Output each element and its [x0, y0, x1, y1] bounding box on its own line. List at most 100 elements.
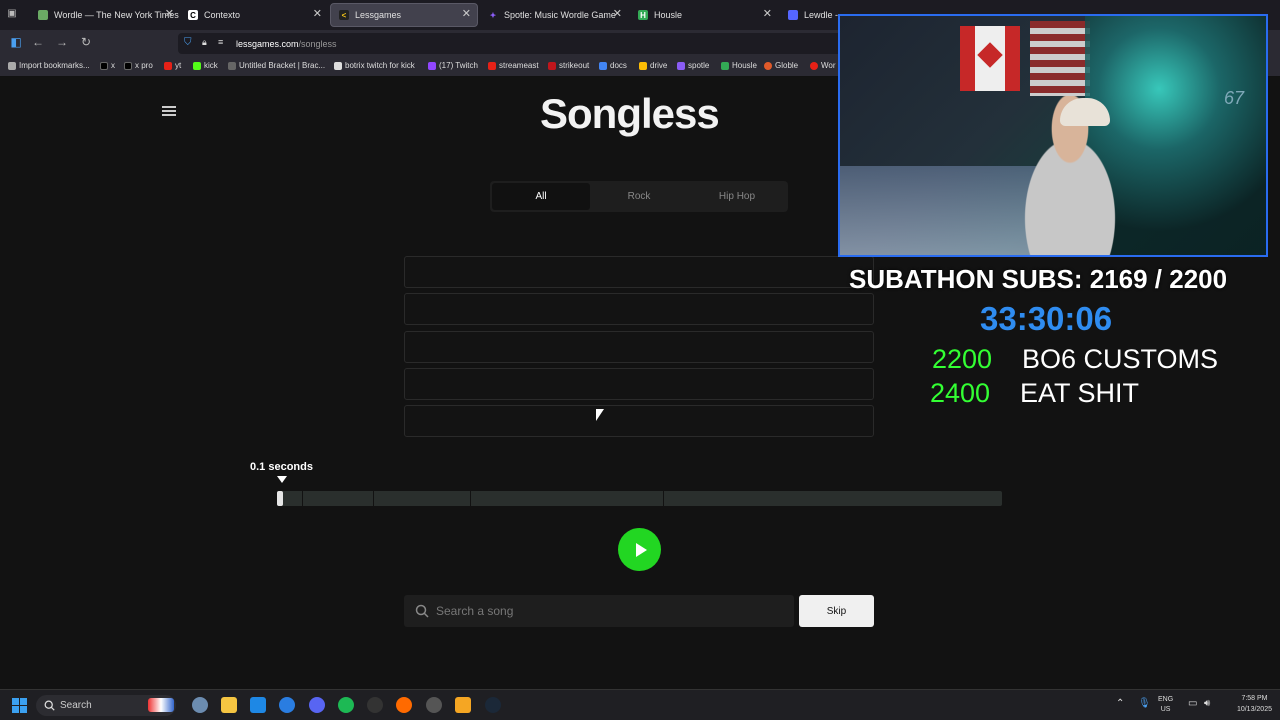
- song-search: [404, 595, 794, 627]
- display-icon[interactable]: ▭: [1188, 698, 1197, 709]
- app-icon[interactable]: [455, 697, 471, 713]
- segment-divider: [470, 491, 471, 506]
- tab-hip-hop[interactable]: Hip Hop: [688, 183, 786, 210]
- clock[interactable]: 7:58 PM 10/13/2025: [1237, 693, 1272, 715]
- bookmark-label: Untitled Bracket | Brac...: [239, 61, 326, 70]
- bookmark-x-pro[interactable]: x pro: [124, 61, 153, 70]
- page-info-icon[interactable]: ≡: [218, 37, 223, 47]
- segment-divider: [302, 491, 303, 506]
- url-host: lessgames.com: [236, 38, 299, 49]
- file-explorer-icon[interactable]: [221, 697, 237, 713]
- close-icon[interactable]: ✕: [613, 7, 622, 20]
- twitch-icon: [428, 61, 436, 70]
- firefox-icon[interactable]: [396, 697, 412, 713]
- skip-button[interactable]: Skip: [799, 595, 874, 627]
- tab-all[interactable]: All: [492, 183, 590, 210]
- bookmark-docs[interactable]: docs: [599, 61, 627, 70]
- play-button[interactable]: [618, 528, 661, 571]
- lang-code: ENG: [1158, 696, 1174, 703]
- drive-icon: [639, 61, 647, 70]
- tab-rock[interactable]: Rock: [590, 183, 688, 210]
- bookmark-bracket[interactable]: Untitled Bracket | Brac...: [228, 61, 325, 70]
- bookmark-import[interactable]: Import bookmarks...: [8, 61, 90, 70]
- shield-icon[interactable]: ⛉: [184, 37, 192, 48]
- close-icon[interactable]: ✕: [763, 7, 772, 20]
- bookmark-label: x pro: [135, 61, 153, 70]
- bookmark-label: (17) Twitch: [439, 61, 478, 70]
- lock-icon[interactable]: 🔒︎: [202, 37, 207, 48]
- close-icon[interactable]: ✕: [165, 7, 174, 20]
- globe-icon: [764, 61, 772, 70]
- webcam-overlay: 67: [838, 14, 1268, 257]
- back-icon[interactable]: ←: [30, 35, 46, 49]
- bookmark-label: streameast: [499, 61, 539, 70]
- sidebar-icon[interactable]: ◧: [8, 35, 24, 49]
- housle-icon: [721, 61, 729, 70]
- hamburger-menu-icon[interactable]: [162, 106, 176, 116]
- import-icon: [8, 61, 16, 70]
- spotify-icon[interactable]: [338, 697, 354, 713]
- tab-contexto[interactable]: C Contexto ✕: [180, 4, 328, 26]
- language-indicator[interactable]: ENG US: [1158, 695, 1173, 715]
- reload-icon[interactable]: ↻: [78, 35, 94, 49]
- microphone-icon[interactable]: 🎙︎: [1138, 698, 1151, 709]
- bookmark-botrix[interactable]: botrix twitch for kick: [334, 61, 415, 70]
- bookmark-spotle[interactable]: spotle: [677, 61, 709, 70]
- tab-label: Lessgames: [355, 10, 402, 20]
- youtube-icon: [164, 61, 172, 70]
- discord-icon[interactable]: [309, 697, 325, 713]
- edge-icon[interactable]: [279, 697, 295, 713]
- bookmark-housle[interactable]: Housle: [721, 61, 757, 70]
- bookmark-label: Import bookmarks...: [19, 61, 90, 70]
- bookmark-kick[interactable]: kick: [193, 61, 218, 70]
- search-icon: [415, 604, 429, 618]
- bookmark-drive[interactable]: drive: [639, 61, 667, 70]
- bookmark-strikeout[interactable]: strikeout: [548, 61, 589, 70]
- goal-row: 2400 EAT SHIT: [930, 378, 1139, 409]
- guess-slot-3: [404, 331, 874, 363]
- tab-spotle[interactable]: ✦ Spotle: Music Wordle Game ✕: [480, 4, 628, 26]
- taskbar-search[interactable]: Search: [36, 695, 176, 716]
- bookmark-label: drive: [650, 61, 668, 70]
- tab-list-icon[interactable]: ▣: [4, 8, 20, 19]
- search-highlight-icon: [148, 698, 174, 712]
- chevron-up-icon[interactable]: ⌃: [1116, 698, 1124, 709]
- steam-icon[interactable]: [485, 697, 501, 713]
- speaker-icon[interactable]: 🔊︎: [1204, 698, 1210, 709]
- bookmark-twitch[interactable]: (17) Twitch: [428, 61, 478, 70]
- taskbar-search-label: Search: [60, 700, 92, 711]
- play-icon: [635, 542, 647, 557]
- songless-logo[interactable]: Songless: [540, 90, 720, 138]
- tab-lewdle[interactable]: Lewdle - T: [780, 4, 840, 26]
- bookmark-globle[interactable]: Globle: [764, 61, 798, 70]
- bookmark-x[interactable]: x: [100, 61, 115, 70]
- url-bar[interactable]: ⛉ 🔒︎ ≡ lessgames.com/songless: [178, 33, 898, 54]
- spotle-icon: [677, 61, 685, 70]
- progress-bar: [277, 491, 1002, 506]
- clock-time: 7:58 PM: [1241, 695, 1268, 702]
- tab-wordle[interactable]: Wordle — The New York Times ✕: [30, 4, 180, 26]
- tab-housle[interactable]: H Housle ✕: [630, 4, 778, 26]
- tab-lessgames[interactable]: < Lessgames ✕: [330, 3, 478, 27]
- bookmark-streameast[interactable]: streameast: [488, 61, 539, 70]
- store-icon[interactable]: [250, 697, 266, 713]
- x-icon: [124, 61, 132, 70]
- search-icon: [44, 700, 55, 711]
- bookmark-wor[interactable]: Wor: [810, 61, 836, 70]
- settings-icon[interactable]: [192, 697, 208, 713]
- obs-icon[interactable]: [367, 697, 383, 713]
- close-icon[interactable]: ✕: [313, 7, 322, 20]
- bookmark-label: Housle: [732, 61, 757, 70]
- goal-text: BO6 CUSTOMS: [1022, 344, 1219, 374]
- bookmark-label: docs: [610, 61, 627, 70]
- progress-fill: [277, 491, 283, 506]
- goal-number: 2400: [930, 378, 991, 408]
- windows-start-icon[interactable]: [12, 698, 27, 713]
- search-input[interactable]: [436, 604, 776, 618]
- close-icon[interactable]: ✕: [462, 7, 471, 20]
- forward-icon[interactable]: →: [54, 35, 70, 49]
- bookmark-label: strikeout: [559, 61, 590, 70]
- clock-icon[interactable]: [426, 697, 442, 713]
- bookmark-yt[interactable]: yt: [164, 61, 181, 70]
- x-icon: [100, 61, 108, 70]
